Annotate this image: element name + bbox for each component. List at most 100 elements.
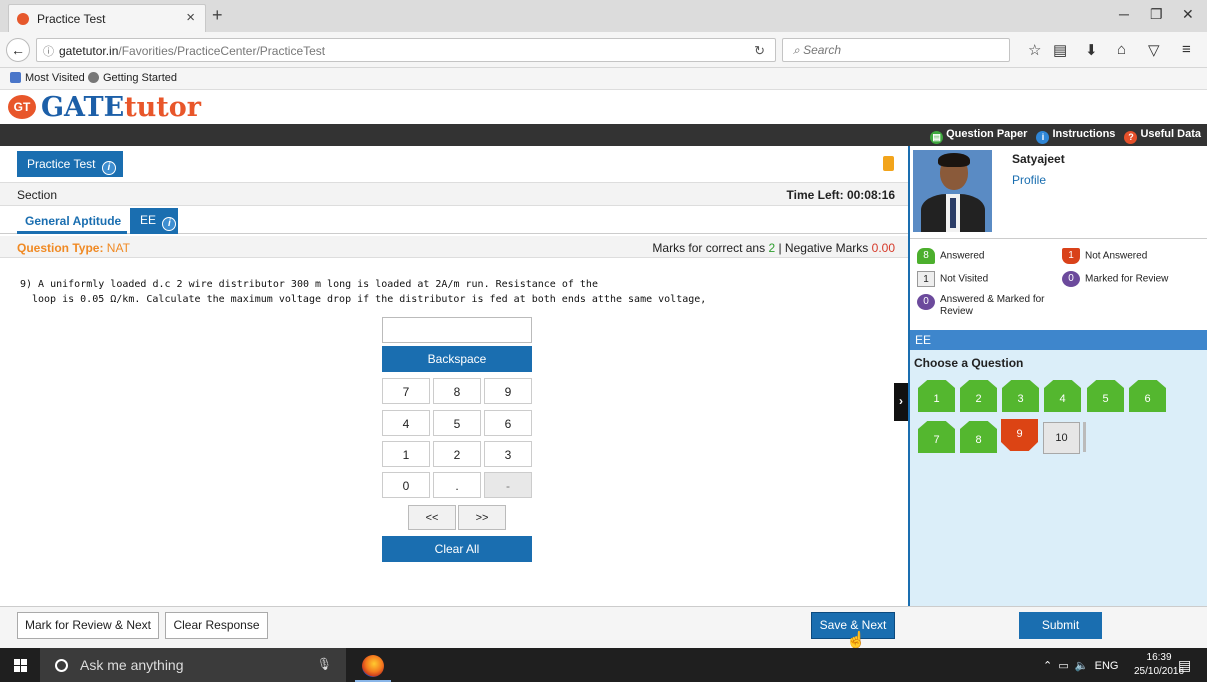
key-dot[interactable]: . [433, 472, 481, 498]
legend-label: Answered [940, 250, 985, 262]
win-tile [14, 659, 20, 665]
gatetutor-logo-icon: GT [8, 95, 36, 119]
key-4[interactable]: 4 [382, 410, 430, 436]
calculator-icon[interactable] [883, 156, 894, 171]
address-bar[interactable]: ⓘ gatetutor.in/Favorities/PracticeCenter… [36, 38, 776, 62]
mark-for-review-button[interactable]: Mark for Review & Next [17, 612, 159, 639]
win-tile [21, 659, 27, 665]
question-button-8[interactable]: 8 [960, 421, 997, 453]
question-button-4[interactable]: 4 [1044, 380, 1081, 412]
taskbar-clock[interactable]: 16:39 25/10/2016 [1134, 651, 1184, 679]
answer-input[interactable] [382, 317, 532, 343]
bookmark-star-icon[interactable]: ☆ [1028, 41, 1041, 59]
answered-count: 8 [917, 248, 935, 264]
info-icon[interactable]: i [162, 217, 177, 231]
logo-light-text: tutor [124, 92, 202, 123]
not-visited-count: 1 [917, 271, 935, 287]
tab-ee[interactable]: EE i [130, 208, 178, 234]
bookmark-folder-icon [10, 72, 21, 83]
notification-icon[interactable]: ▤ [1178, 657, 1191, 674]
menu-icon[interactable]: ≡ [1182, 41, 1191, 58]
question-button-2[interactable]: 2 [960, 380, 997, 412]
question-button-6[interactable]: 6 [1129, 380, 1166, 412]
pocket-icon[interactable]: ▽ [1148, 41, 1160, 59]
bookmark-most-visited[interactable]: Most Visited [10, 72, 85, 84]
browser-tab-title: Practice Test [37, 12, 106, 26]
legend-not-visited: 1 Not Visited [917, 271, 988, 287]
profile-link[interactable]: Profile [1012, 173, 1046, 187]
question-paper-link[interactable]: ▤ Question Paper [930, 128, 1027, 144]
reading-list-icon[interactable]: ▤ [1053, 41, 1067, 59]
download-icon[interactable]: ⬇ [1085, 41, 1098, 59]
key-2[interactable]: 2 [433, 441, 481, 467]
question-button-1[interactable]: 1 [918, 380, 955, 412]
firefox-icon[interactable] [362, 655, 384, 677]
cortana-search[interactable]: Ask me anything 🎙 [40, 648, 346, 682]
back-arrow-icon[interactable]: ← [6, 38, 30, 62]
clear-response-button[interactable]: Clear Response [165, 612, 268, 639]
practice-test-label: Practice Test [27, 157, 96, 171]
question-button-5[interactable]: 5 [1087, 380, 1124, 412]
cursor-right-button[interactable]: >> [458, 505, 506, 530]
new-tab-icon[interactable]: + [212, 5, 223, 26]
key-6[interactable]: 6 [484, 410, 532, 436]
candidate-photo [913, 150, 992, 232]
legend-label: Marked for Review [1085, 273, 1169, 285]
palette-section-header: EE [910, 330, 1207, 350]
search-placeholder: ⌕ Search [793, 43, 842, 57]
question-line: loop is 0.05 Ω/km. Calculate the maximum… [32, 294, 707, 305]
win-tile [14, 666, 20, 672]
key-7[interactable]: 7 [382, 378, 430, 404]
collapse-panel-icon[interactable]: › [894, 383, 908, 421]
close-tab-icon[interactable]: × [186, 9, 195, 26]
question-text: 9) A uniformly loaded d.c 2 wire distrib… [20, 277, 880, 307]
marks-info: Marks for correct ans 2 | Negative Marks… [652, 241, 895, 255]
key-9[interactable]: 9 [484, 378, 532, 404]
windows-start-icon[interactable] [14, 659, 28, 673]
minimize-icon[interactable]: ─ [1119, 6, 1129, 22]
language-indicator[interactable]: ENG [1095, 660, 1119, 672]
info-icon[interactable]: i [101, 161, 116, 175]
reload-icon[interactable]: ↻ [754, 43, 765, 59]
palette-scrollbar[interactable] [1083, 422, 1086, 452]
submit-button[interactable]: Submit [1019, 612, 1102, 639]
tab-label: EE [140, 213, 157, 227]
bookmark-getting-started[interactable]: Getting Started [88, 72, 177, 84]
useful-data-link[interactable]: ? Useful Data [1124, 128, 1201, 144]
home-icon[interactable]: ⌂ [1117, 41, 1126, 58]
question-button-7[interactable]: 7 [918, 421, 955, 453]
question-button-10[interactable]: 10 [1043, 422, 1080, 454]
system-tray[interactable]: ⌃ ▭ 🔈 ENG [1043, 659, 1119, 672]
clock-time: 16:39 [1146, 652, 1172, 663]
key-3[interactable]: 3 [484, 441, 532, 467]
backspace-button[interactable]: Backspace [382, 346, 532, 372]
key-0[interactable]: 0 [382, 472, 430, 498]
restore-icon[interactable]: ❐ [1150, 6, 1163, 23]
key-1[interactable]: 1 [382, 441, 430, 467]
photo-hair [938, 153, 970, 167]
choose-question-label: Choose a Question [914, 356, 1024, 370]
practice-test-button[interactable]: Practice Test i [17, 151, 123, 177]
key-8[interactable]: 8 [433, 378, 481, 404]
candidate-name: Satyajeet [1012, 152, 1065, 166]
legend-label: Answered & Marked for Review [940, 294, 1045, 317]
question-button-3[interactable]: 3 [1002, 380, 1039, 412]
url-path: /Favorities/PracticeCenter/PracticeTest [118, 44, 326, 58]
info-icon[interactable]: ⓘ [43, 43, 54, 59]
browser-search-box[interactable]: ⌕ Search [782, 38, 1010, 62]
tab-general-aptitude[interactable]: General Aptitude i [17, 210, 127, 254]
question-button-9[interactable]: 9 [1001, 419, 1038, 451]
tab-label: General Aptitude [25, 214, 122, 228]
correct-marks: 2 [768, 241, 776, 255]
microphone-icon[interactable]: 🎙 [317, 657, 332, 671]
clear-all-button[interactable]: Clear All [382, 536, 532, 562]
cursor-left-button[interactable]: << [408, 505, 456, 530]
instructions-link[interactable]: i Instructions [1036, 128, 1115, 144]
gatetutor-logo[interactable]: GATEtutor [41, 92, 201, 123]
browser-tab[interactable]: Practice Test × [8, 4, 206, 32]
key-minus[interactable]: - [484, 472, 532, 498]
legend-label: Not Visited [940, 273, 989, 285]
close-window-icon[interactable]: ✕ [1182, 6, 1194, 23]
key-5[interactable]: 5 [433, 410, 481, 436]
legend-label: Not Answered [1085, 250, 1148, 262]
